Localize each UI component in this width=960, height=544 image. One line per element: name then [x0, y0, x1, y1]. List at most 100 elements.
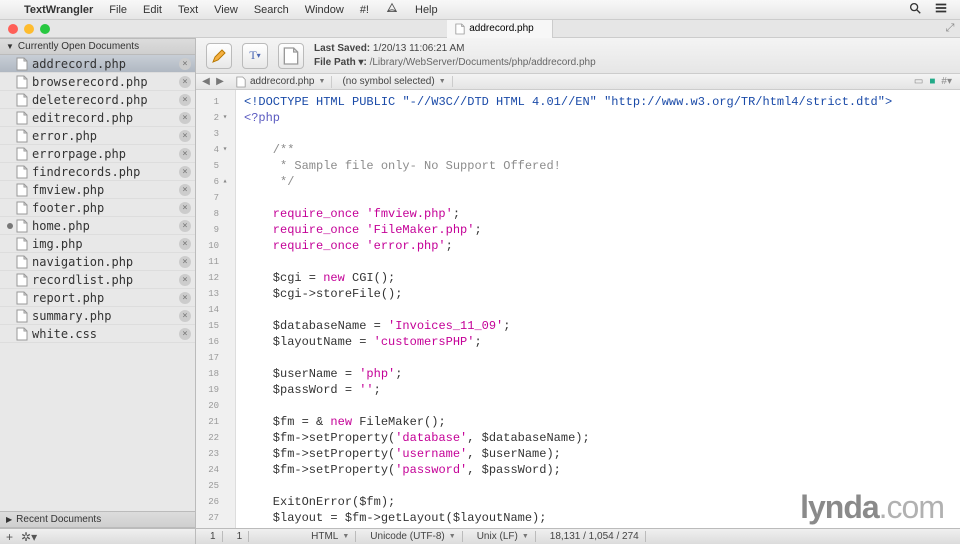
sidebar-file-item[interactable]: deleterecord.php× — [0, 91, 195, 109]
close-file-icon[interactable]: × — [179, 220, 191, 232]
sidebar-file-item[interactable]: home.php× — [0, 217, 195, 235]
gear-icon[interactable]: ✲▾ — [21, 530, 37, 544]
close-file-icon[interactable]: × — [179, 238, 191, 250]
file-crumb[interactable]: addrecord.php ▼ — [230, 76, 332, 88]
window-tab[interactable]: addrecord.php — [447, 20, 553, 38]
sidebar-file-item[interactable]: fmview.php× — [0, 181, 195, 199]
status-encoding[interactable]: Unicode (UTF-8)▼ — [364, 531, 462, 542]
sidebar-file-item[interactable]: footer.php× — [0, 199, 195, 217]
file-name: error.php — [32, 129, 179, 143]
sidebar-file-item[interactable]: errorpage.php× — [0, 145, 195, 163]
sidebar-file-item[interactable]: error.php× — [0, 127, 195, 145]
file-path-value[interactable]: /Library/WebServer/Documents/php/addreco… — [370, 57, 596, 68]
nav-icon-1[interactable]: ▭ — [914, 76, 923, 87]
close-file-icon[interactable]: × — [179, 328, 191, 340]
disclosure-triangle-icon: ▶ — [6, 515, 12, 524]
menu-help[interactable]: Help — [415, 4, 438, 16]
file-info: Last Saved: 1/20/13 11:06:21 AM File Pat… — [314, 42, 596, 70]
sidebar-file-item[interactable]: navigation.php× — [0, 253, 195, 271]
nav-icon-2[interactable]: ■ — [929, 76, 935, 87]
open-documents-label: Currently Open Documents — [18, 41, 139, 52]
line-gutter[interactable]: 12▾34▾56▴7891011121314151617181920212223… — [196, 90, 236, 528]
nav-icon-3[interactable]: #▾ — [941, 76, 952, 87]
file-name: white.css — [32, 327, 179, 341]
status-col[interactable]: 1 — [231, 531, 250, 542]
close-file-icon[interactable]: × — [179, 310, 191, 322]
menu-apple-script-icon[interactable] — [385, 1, 399, 18]
recent-documents-header[interactable]: ▶ Recent Documents — [0, 511, 195, 528]
menu-text[interactable]: Text — [178, 4, 198, 16]
traffic-min-icon[interactable] — [24, 24, 34, 34]
close-file-icon[interactable]: × — [179, 76, 191, 88]
pencil-tool-icon[interactable] — [206, 43, 232, 69]
menu-window[interactable]: Window — [305, 4, 344, 16]
menubar: TextWrangler File Edit Text View Search … — [0, 0, 960, 20]
close-file-icon[interactable]: × — [179, 292, 191, 304]
sidebar-file-item[interactable]: addrecord.php× — [0, 55, 195, 73]
status-language[interactable]: HTML▼ — [305, 531, 356, 542]
file-name: summary.php — [32, 309, 179, 323]
document-icon — [236, 76, 246, 88]
menu-view[interactable]: View — [214, 4, 238, 16]
sidebar-file-item[interactable]: img.php× — [0, 235, 195, 253]
traffic-zoom-icon[interactable] — [40, 24, 50, 34]
sidebar-file-item[interactable]: summary.php× — [0, 307, 195, 325]
document-icon — [16, 327, 28, 341]
menu-edit[interactable]: Edit — [143, 4, 162, 16]
menu-file[interactable]: File — [109, 4, 127, 16]
close-file-icon[interactable]: × — [179, 148, 191, 160]
close-file-icon[interactable]: × — [179, 58, 191, 70]
document-icon — [16, 57, 28, 71]
nav-forward-icon[interactable]: ▶ — [214, 76, 226, 87]
sidebar-file-item[interactable]: editrecord.php× — [0, 109, 195, 127]
file-name: errorpage.php — [32, 147, 179, 161]
nav-back-icon[interactable]: ◀ — [200, 76, 212, 87]
open-documents-header[interactable]: ▼ Currently Open Documents — [0, 38, 195, 55]
status-bar: 1 1 HTML▼ Unicode (UTF-8)▼ Unix (LF)▼ 18… — [196, 528, 960, 544]
symbol-crumb[interactable]: (no symbol selected) ▼ — [336, 76, 452, 87]
close-file-icon[interactable]: × — [179, 130, 191, 142]
app-menu[interactable]: TextWrangler — [24, 4, 93, 16]
status-line[interactable]: 1 — [204, 531, 223, 542]
document-info-icon[interactable] — [278, 43, 304, 69]
code-text[interactable]: <!DOCTYPE HTML PUBLIC "-//W3C//DTD HTML … — [236, 90, 960, 528]
text-options-icon[interactable]: T▾ — [242, 43, 268, 69]
sidebar-file-item[interactable]: browserecord.php× — [0, 73, 195, 91]
status-line-endings[interactable]: Unix (LF)▼ — [471, 531, 536, 542]
fullscreen-icon[interactable]: ⤢ — [940, 22, 960, 35]
editor-window: addrecord.php ⤢ ▼ Currently Open Documen… — [0, 20, 960, 544]
file-crumb-label: addrecord.php — [250, 76, 315, 87]
close-file-icon[interactable]: × — [179, 184, 191, 196]
file-name: addrecord.php — [32, 57, 179, 71]
document-icon — [16, 309, 28, 323]
code-area: 12▾34▾56▴7891011121314151617181920212223… — [196, 90, 960, 528]
document-icon — [16, 201, 28, 215]
sidebar-footer: + ✲▾ — [0, 528, 195, 544]
close-file-icon[interactable]: × — [179, 274, 191, 286]
close-file-icon[interactable]: × — [179, 166, 191, 178]
close-file-icon[interactable]: × — [179, 256, 191, 268]
spotlight-icon[interactable] — [908, 1, 922, 18]
file-name: report.php — [32, 291, 179, 305]
menu-extras-icon[interactable] — [934, 1, 948, 18]
file-path-label: File Path ▾: — [314, 57, 367, 68]
sidebar-file-item[interactable]: findrecords.php× — [0, 163, 195, 181]
status-stats: 18,131 / 1,054 / 274 — [544, 531, 646, 542]
document-icon — [16, 273, 28, 287]
menu-search[interactable]: Search — [254, 4, 289, 16]
close-file-icon[interactable]: × — [179, 112, 191, 124]
disclosure-triangle-icon: ▼ — [6, 42, 14, 51]
window-tab-title: addrecord.php — [469, 23, 534, 34]
document-icon — [16, 219, 28, 233]
editor-toolbar: T▾ Last Saved: 1/20/13 11:06:21 AM File … — [196, 38, 960, 74]
watermark: lynda.com — [800, 489, 944, 526]
file-name: fmview.php — [32, 183, 179, 197]
close-file-icon[interactable]: × — [179, 94, 191, 106]
sidebar-file-item[interactable]: report.php× — [0, 289, 195, 307]
sidebar-file-item[interactable]: white.css× — [0, 325, 195, 343]
menu-shebang[interactable]: #! — [360, 4, 369, 16]
traffic-close-icon[interactable] — [8, 24, 18, 34]
add-button[interactable]: + — [6, 530, 13, 544]
close-file-icon[interactable]: × — [179, 202, 191, 214]
sidebar-file-item[interactable]: recordlist.php× — [0, 271, 195, 289]
